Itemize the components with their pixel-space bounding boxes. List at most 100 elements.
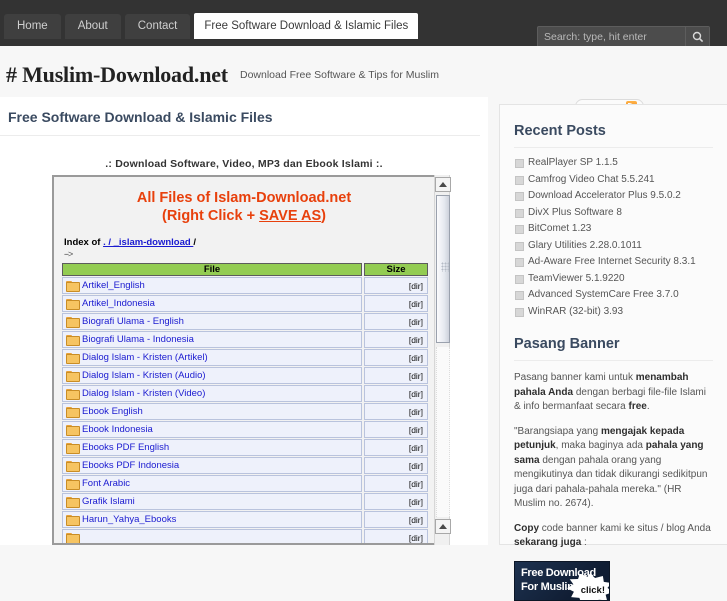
list-item[interactable]: BitComet 1.23 <box>514 223 713 235</box>
folder-icon <box>66 406 80 418</box>
file-link[interactable]: Ebooks PDF Indonesia <box>82 460 179 471</box>
breadcrumb-root[interactable]: . / <box>103 237 111 248</box>
list-item[interactable]: Download Accelerator Plus 9.5.0.2 <box>514 190 713 202</box>
file-name-cell[interactable]: Ebooks PDF English <box>62 439 362 456</box>
file-size-cell: [dir] <box>364 313 428 330</box>
table-row[interactable]: Ebooks PDF Indonesia [dir] <box>62 457 428 474</box>
file-link[interactable]: Dialog Islam - Kristen (Video) <box>82 388 205 399</box>
file-name-cell[interactable]: Ebook English <box>62 403 362 420</box>
banner-image[interactable]: Free Download For Muslim click! <box>514 560 610 601</box>
banner-paragraph-3: Copy code banner kami ke situs / blog An… <box>514 522 711 549</box>
file-link[interactable]: Ebook English <box>82 406 143 417</box>
file-link[interactable]: Harun_Yahya_Ebooks <box>82 514 176 525</box>
file-name-cell[interactable]: Dialog Islam - Kristen (Artikel) <box>62 349 362 366</box>
table-row[interactable]: Biografi Ulama - English [dir] <box>62 313 428 330</box>
table-row[interactable]: Grafik Islami [dir] <box>62 493 428 510</box>
file-link[interactable]: Biografi Ulama - Indonesia <box>82 334 194 345</box>
frame-title-suffix: ) <box>321 208 326 224</box>
column-header-size[interactable]: Size <box>364 263 428 276</box>
file-name-cell[interactable]: Dialog Islam - Kristen (Video) <box>62 385 362 402</box>
file-name-cell[interactable]: Font Arabic <box>62 475 362 492</box>
list-item[interactable]: Ad-Aware Free Internet Security 8.3.1 <box>514 256 713 268</box>
nav-tab-contact[interactable]: Contact <box>124 14 191 39</box>
column-header-file[interactable]: File <box>62 263 362 276</box>
list-item[interactable]: Glary Utilities 2.28.0.1011 <box>514 240 713 252</box>
table-row[interactable]: Artikel_Indonesia [dir] <box>62 295 428 312</box>
table-row[interactable]: Harun_Yahya_Ebooks [dir] <box>62 511 428 528</box>
scrollbar-track[interactable] <box>436 347 450 517</box>
search-button[interactable] <box>685 27 709 47</box>
file-link[interactable]: Dialog Islam - Kristen (Artikel) <box>82 352 208 363</box>
file-size-cell: [dir] <box>364 295 428 312</box>
file-name-cell[interactable]: Biografi Ulama - Indonesia <box>62 331 362 348</box>
table-row[interactable]: Dialog Islam - Kristen (Audio) [dir] <box>62 367 428 384</box>
top-navigation-bar: Home About Contact Free Software Downloa… <box>0 0 727 48</box>
file-size-cell: [dir] <box>364 457 428 474</box>
file-name-cell[interactable] <box>62 529 362 543</box>
list-item[interactable]: WinRAR (32-bit) 3.93 <box>514 306 713 318</box>
content-subtitle: .: Download Software, Video, MP3 dan Ebo… <box>105 158 383 170</box>
breadcrumb-trailing-slash: / <box>193 237 196 248</box>
nav-tab-free-software-download[interactable]: Free Software Download & Islamic Files <box>194 13 419 39</box>
file-table-header-row: File Size <box>62 263 428 276</box>
save-as-link[interactable]: SAVE AS <box>259 208 321 224</box>
scroll-up-button[interactable] <box>435 177 451 192</box>
scroll-down-button[interactable] <box>435 519 451 534</box>
file-name-cell[interactable]: Harun_Yahya_Ebooks <box>62 511 362 528</box>
file-table: File Size Artikel_English [dir] Artikel_In… <box>60 262 430 543</box>
banner-paragraph-2: "Barangsiapa yang mengajak kepada petunj… <box>514 425 708 510</box>
list-item[interactable]: TeamViewer 5.1.9220 <box>514 273 713 285</box>
recent-posts-heading: Recent Posts <box>514 105 713 148</box>
file-link[interactable]: Font Arabic <box>82 478 130 489</box>
search-input[interactable] <box>538 31 685 43</box>
file-link[interactable]: Grafik Islami <box>82 496 135 507</box>
file-name-cell[interactable]: Biografi Ulama - English <box>62 313 362 330</box>
file-name-cell[interactable]: Dialog Islam - Kristen (Audio) <box>62 367 362 384</box>
table-row[interactable]: Dialog Islam - Kristen (Artikel) [dir] <box>62 349 428 366</box>
file-size-cell: [dir] <box>364 421 428 438</box>
table-row[interactable]: Dialog Islam - Kristen (Video) [dir] <box>62 385 428 402</box>
file-link[interactable]: Ebooks PDF English <box>82 442 169 453</box>
file-browser-frame: All Files of Islam-Download.net (Right C… <box>52 175 434 545</box>
search-icon <box>692 31 703 43</box>
folder-icon <box>66 388 80 400</box>
table-row[interactable]: [dir] <box>62 529 428 543</box>
file-name-cell[interactable]: Grafik Islami <box>62 493 362 510</box>
file-link[interactable]: Ebook Indonesia <box>82 424 153 435</box>
breadcrumb-dir[interactable]: _islam-download <box>111 237 193 248</box>
file-name-cell[interactable]: Artikel_English <box>62 277 362 294</box>
nav-tab-home[interactable]: Home <box>4 14 61 39</box>
site-title[interactable]: # Muslim-Download.net <box>6 62 228 88</box>
file-size-cell: [dir] <box>364 475 428 492</box>
file-name-cell[interactable]: Ebooks PDF Indonesia <box>62 457 362 474</box>
banner-click-badge: click! <box>580 584 605 596</box>
list-item[interactable]: Camfrog Video Chat 5.5.241 <box>514 174 713 186</box>
frame-title: All Files of Islam-Download.net (Right C… <box>54 183 434 225</box>
file-link[interactable]: Biografi Ulama - English <box>82 316 184 327</box>
file-name-cell[interactable]: Ebook Indonesia <box>62 421 362 438</box>
nav-tab-about[interactable]: About <box>64 14 121 39</box>
frame-vertical-scrollbar[interactable] <box>434 175 451 545</box>
search-box[interactable] <box>537 26 710 48</box>
file-size-cell: [dir] <box>364 403 428 420</box>
list-item[interactable]: DivX Plus Software 8 <box>514 207 713 219</box>
table-row[interactable]: Artikel_English [dir] <box>62 277 428 294</box>
table-row[interactable]: Font Arabic [dir] <box>62 475 428 492</box>
frame-title-line1: All Files of Islam-Download.net <box>136 190 352 206</box>
file-link[interactable]: Artikel_English <box>82 280 145 291</box>
table-row[interactable]: Biografi Ulama - Indonesia [dir] <box>62 331 428 348</box>
file-size-cell: [dir] <box>364 511 428 528</box>
file-name-cell[interactable]: Artikel_Indonesia <box>62 295 362 312</box>
chevron-up-icon <box>439 182 447 187</box>
file-link[interactable]: Artikel_Indonesia <box>82 298 155 309</box>
table-row[interactable]: Ebooks PDF English [dir] <box>62 439 428 456</box>
file-link[interactable]: Dialog Islam - Kristen (Audio) <box>82 370 206 381</box>
table-row[interactable]: Ebook Indonesia [dir] <box>62 421 428 438</box>
file-size-cell: [dir] <box>364 385 428 402</box>
table-row[interactable]: Ebook English [dir] <box>62 403 428 420</box>
list-item[interactable]: RealPlayer SP 1.1.5 <box>514 157 713 169</box>
list-item[interactable]: Advanced SystemCare Free 3.7.0 <box>514 289 713 301</box>
pasang-banner-text: Pasang banner kami untuk menambah pahala… <box>514 371 713 551</box>
scrollbar-thumb[interactable] <box>436 195 450 343</box>
pasang-banner-heading: Pasang Banner <box>514 322 713 361</box>
